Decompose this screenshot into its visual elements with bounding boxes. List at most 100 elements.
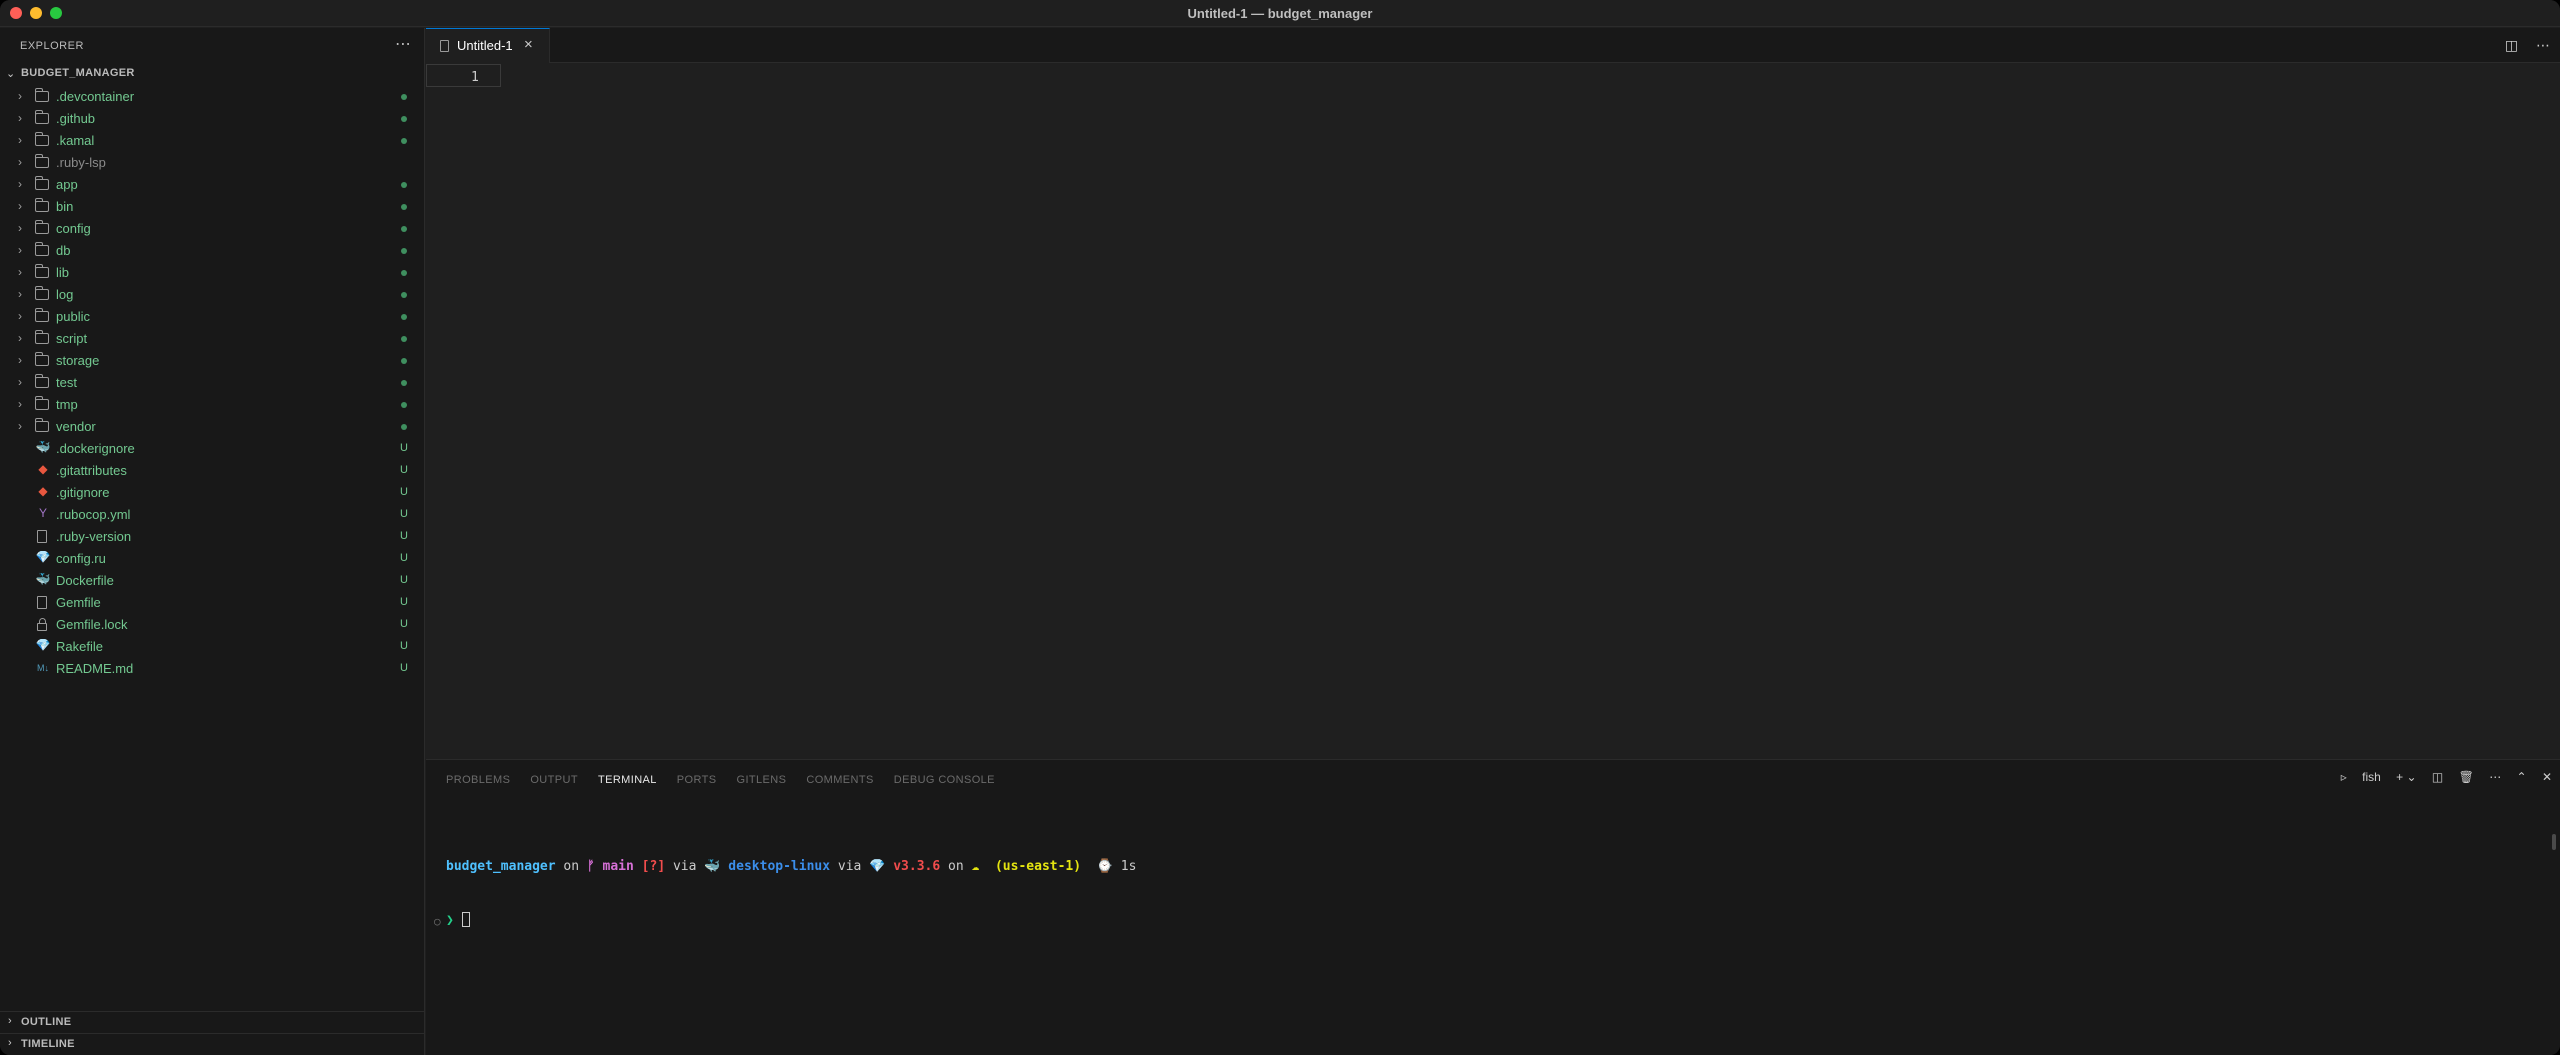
folder-name: lib [56,265,70,280]
tab-terminal[interactable]: TERMINAL [598,774,657,786]
folder-name: .github [56,111,96,126]
tree-file-row[interactable]: ◆ .gitattributes U [0,460,425,482]
terminal-output[interactable]: budget_manager on ᚠ main [?] via 🐳 deskt… [434,822,1136,966]
tree-folder-row[interactable]: › lib [0,262,425,284]
tree-file-row[interactable]: 💎 Rakefile U [0,636,425,658]
prompt-text: on [940,859,972,874]
outline-label: OUTLINE [21,1016,72,1028]
git-untracked-badge: U [400,574,408,586]
folder-icon [35,110,49,124]
tree-file-row[interactable]: M↓ README.md U [0,658,425,680]
git-modified-dot [401,424,407,430]
docker-icon: 🐳 [35,572,51,586]
tree-folder-row[interactable]: › storage [0,350,425,372]
file-name: Rakefile [56,639,103,654]
folder-icon [35,374,49,388]
tree-file-row[interactable]: Gemfile U [0,592,425,614]
tree-folder-row[interactable]: › app [0,174,425,196]
app-window: Untitled-1 — budget_manager EXPLORER ⋯ ⌄… [0,0,2560,1055]
tree-folder-row[interactable]: › log [0,284,425,306]
prompt-text: on [555,859,587,874]
tab-gitlens[interactable]: GITLENS [737,774,787,786]
close-icon[interactable]: × [524,36,533,53]
docker-icon: 🐳 [35,440,51,454]
tree-folder-row[interactable]: › .devcontainer [0,86,425,108]
chevron-right-icon: › [18,375,22,389]
ellipsis-icon[interactable]: ⋯ [2489,770,2501,784]
tab-ports[interactable]: PORTS [677,774,717,786]
timeline-section[interactable]: › TIMELINE [0,1033,425,1055]
folder-icon [35,88,49,102]
prompt-text: via [665,859,705,874]
chevron-right-icon: › [18,331,22,345]
tree-folder-row[interactable]: › .ruby-lsp [0,152,425,174]
panel-actions: ▹ fish + ⌄ ◫ 🗑 ⋯ ⌃ ✕ [2329,770,2552,784]
tree-folder-row[interactable]: › config [0,218,425,240]
tab-debug-console[interactable]: DEBUG CONSOLE [894,774,995,786]
folder-icon [35,242,49,256]
git-modified-dot [401,182,407,188]
tab-problems[interactable]: PROBLEMS [446,774,510,786]
tree-file-row[interactable]: .ruby-version U [0,526,425,548]
new-terminal-icon[interactable]: + ⌄ [2396,770,2416,784]
chevron-right-icon: › [18,419,22,433]
git-icon: ◆ [38,462,48,476]
folder-icon [35,330,49,344]
terminal-icon[interactable]: ▹ fish [2341,770,2381,784]
git-untracked-badge: U [400,640,408,652]
prompt-branch: main [594,859,642,874]
split-terminal-icon[interactable]: ◫ [2432,770,2443,784]
tab-untitled-1[interactable]: Untitled-1 × [426,28,550,63]
tree-file-row[interactable]: 💎 config.ru U [0,548,425,570]
tree-folder-row[interactable]: › script [0,328,425,350]
folder-name: db [56,243,71,258]
folder-name: storage [56,353,100,368]
line-number: 1 [471,70,479,85]
folder-icon [35,198,49,212]
tree-file-row[interactable]: ◆ .gitignore U [0,482,425,504]
tree-folder-row[interactable]: › tmp [0,394,425,416]
chevron-right-icon: › [18,155,22,169]
git-branch-icon: ᚠ [586,859,595,874]
git-modified-dot [401,358,407,364]
tree-folder-row[interactable]: › public [0,306,425,328]
editor-area[interactable]: 1 [426,63,2560,759]
ellipsis-icon[interactable]: ⋯ [2536,37,2550,53]
maximize-panel-icon[interactable]: ⌃ [2517,770,2527,784]
tab-comments[interactable]: COMMENTS [806,774,873,786]
workspace-root[interactable]: ⌄ BUDGET_MANAGER [0,64,425,84]
file-name: config.ru [56,551,106,566]
folder-name: vendor [56,419,96,434]
split-editor-icon[interactable]: ◫ [2505,37,2518,53]
chevron-right-icon: › [18,177,22,191]
tree-folder-row[interactable]: › db [0,240,425,262]
tree-folder-row[interactable]: › .kamal [0,130,425,152]
folder-icon [35,418,49,432]
ellipsis-icon[interactable]: ⋯ [395,34,411,54]
terminal-input-line[interactable]: ○ ❯ [434,912,1136,930]
trash-icon[interactable]: 🗑 [2459,770,2474,784]
folder-icon [35,220,49,234]
folder-icon [35,286,49,300]
tab-output[interactable]: OUTPUT [530,774,578,786]
timeline-label: TIMELINE [21,1038,75,1050]
chevron-right-icon: › [18,243,22,257]
tree-folder-row[interactable]: › bin [0,196,425,218]
tree-folder-row[interactable]: › test [0,372,425,394]
chevron-right-icon: › [18,89,22,103]
tree-folder-row[interactable]: › .github [0,108,425,130]
file-name: .rubocop.yml [56,507,131,522]
tree-file-row[interactable]: 🐳 Dockerfile U [0,570,425,592]
close-panel-icon[interactable]: ✕ [2542,770,2552,784]
prompt-directory: budget_manager [446,859,556,874]
tree-file-row[interactable]: Y .rubocop.yml U [0,504,425,526]
tree-file-row[interactable]: 🐳 .dockerignore U [0,438,425,460]
git-untracked-badge: U [400,486,408,498]
terminal-scrollbar[interactable] [2552,834,2556,850]
outline-section[interactable]: › OUTLINE [0,1011,425,1033]
tree-file-row[interactable]: Gemfile.lock U [0,614,425,636]
chevron-right-icon: › [8,1037,12,1049]
git-modified-dot [401,226,407,232]
folder-icon [35,176,49,190]
tree-folder-row[interactable]: › vendor [0,416,425,438]
